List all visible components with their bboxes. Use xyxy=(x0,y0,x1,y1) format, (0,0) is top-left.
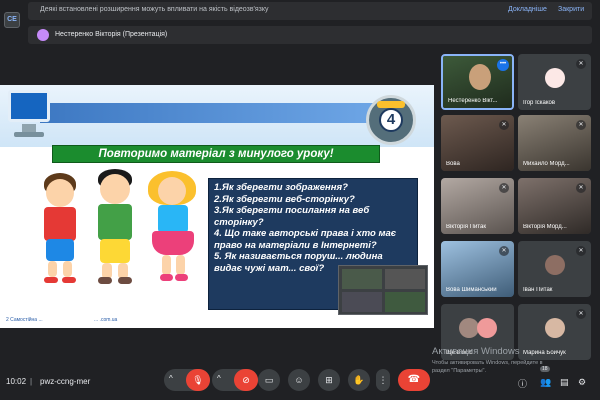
participant-tile[interactable]: ✕ Вова xyxy=(441,115,514,171)
end-call-button[interactable]: ☎ xyxy=(398,369,430,391)
participant-tile[interactable]: ✕ Ігор Іскаков xyxy=(518,54,591,110)
microphone-off-icon: ✕ xyxy=(499,120,509,130)
kid-figure xyxy=(88,169,140,285)
avatar xyxy=(545,255,565,275)
slide-footer-right: ... .com.ua xyxy=(94,317,118,323)
participant-name: Ігор Іскаков xyxy=(523,100,556,106)
separator: | xyxy=(30,377,33,386)
avatar xyxy=(477,318,497,338)
slide-header-band xyxy=(40,103,380,123)
slide-banner: Повторимо матеріал з минулого уроку! xyxy=(52,145,380,163)
captions-button[interactable]: ▭ xyxy=(258,369,280,391)
slide-banner-text: Повторимо матеріал з минулого уроку! xyxy=(98,148,334,160)
lesson-badge: 4 xyxy=(366,95,416,145)
participant-tile[interactable]: ✕ Вікторія Питак xyxy=(441,178,514,234)
more-vert-icon: ⋮ xyxy=(378,375,388,385)
activities-icon[interactable]: ⚙ xyxy=(578,377,586,388)
notice-close-link[interactable]: Закрити xyxy=(558,6,584,13)
participant-name: Нестеренко Вікт... xyxy=(448,98,498,104)
participant-name: Вікторія Морд... xyxy=(523,224,567,230)
notice-text: Деякі встановлені розширення можуть впли… xyxy=(40,6,269,13)
microphone-off-icon: ✕ xyxy=(576,59,586,69)
cartoon-kids-image xyxy=(26,169,212,289)
camera-off-icon[interactable]: ⊘ xyxy=(234,369,258,391)
participant-name: Марина Бойчук xyxy=(523,350,566,356)
microphone-off-icon: ✕ xyxy=(576,183,586,193)
raise-hand-button[interactable]: ✋ xyxy=(348,369,370,391)
microphone-off-icon: ✕ xyxy=(576,246,586,256)
mini-tile xyxy=(342,292,382,312)
presenter-avatar xyxy=(37,29,49,41)
question-item: 3.Як зберегти посилання на веб сторінку? xyxy=(214,205,370,228)
microphone-control[interactable]: ^ 🎙 xyxy=(164,369,210,391)
participant-name: Вова Шиманський xyxy=(446,287,497,293)
microphone-off-icon: ✕ xyxy=(499,246,509,256)
clock: 10:02 xyxy=(6,377,27,386)
meeting-code: pwz-ccng-mer xyxy=(40,377,91,386)
kid-figure xyxy=(34,173,84,283)
monitor-icon xyxy=(4,87,54,139)
lesson-badge-number: 4 xyxy=(379,108,403,132)
present-button[interactable]: ⊞ xyxy=(318,369,340,391)
info-icon[interactable]: ⓘ xyxy=(518,377,527,390)
windows-activation-line1: Чтобы активировать Windows, перейдите в xyxy=(432,360,543,366)
avatar xyxy=(545,318,565,338)
participant-name: Вікторія Питак xyxy=(446,224,486,230)
more-options-button[interactable]: ⋮ xyxy=(376,369,390,391)
windows-activation-title: Активация Windows xyxy=(432,346,520,357)
present-icon: ⊞ xyxy=(325,375,333,385)
kid-figure xyxy=(144,171,202,285)
participant-tile[interactable]: ✕ Іван Питак xyxy=(518,241,591,297)
chevron-up-icon[interactable]: ^ xyxy=(217,374,221,383)
avatar xyxy=(545,68,565,88)
chat-icon[interactable]: ▤ xyxy=(560,377,569,388)
microphone-off-icon[interactable]: 🎙 xyxy=(186,369,210,391)
question-item: 4. Що таке авторські права і хто має пра… xyxy=(214,228,397,251)
meet-logo: CE xyxy=(4,12,20,28)
camera-control[interactable]: ^ ⊘ xyxy=(212,369,258,391)
more-options-icon[interactable]: ••• xyxy=(497,59,509,71)
participant-name: Іван Питак xyxy=(523,287,553,293)
participant-tile[interactable]: ✕ Марина Бойчук xyxy=(518,304,591,360)
microphone-off-icon: ✕ xyxy=(576,120,586,130)
windows-activation-line2: раздел "Параметры". xyxy=(432,368,487,374)
slide-footer-left: 2 Самостійна ... xyxy=(6,317,43,323)
presenter-bar: Нестеренко Вікторія (Презентація) xyxy=(28,26,592,44)
top-bar: CE Деякі встановлені розширення можуть в… xyxy=(0,0,600,28)
raise-hand-icon: ✋ xyxy=(353,375,365,385)
mini-tile xyxy=(342,269,382,289)
mini-tile xyxy=(385,292,425,312)
avatar xyxy=(459,318,479,338)
microphone-off-icon: ✕ xyxy=(499,183,509,193)
question-item: 1.Як зберегти зображення? xyxy=(214,182,348,193)
microphone-off-icon: ✕ xyxy=(576,309,586,319)
extension-notice: Деякі встановлені розширення можуть впли… xyxy=(28,2,592,20)
mini-tile xyxy=(385,269,425,289)
presenter-label: Нестеренко Вікторія (Презентація) xyxy=(55,31,168,38)
people-count-badge: 18 xyxy=(540,366,550,372)
mini-participant-strip xyxy=(338,265,428,315)
question-item: 2.Як зберегти веб-сторінку? xyxy=(214,193,355,205)
participant-name: Вова xyxy=(446,161,460,167)
slide-header: 4 xyxy=(0,85,434,147)
participant-tile[interactable]: ✕ Вова Шиманський xyxy=(441,241,514,297)
participant-tile[interactable]: ✕ Михайло Морд... xyxy=(518,115,591,171)
notice-more-link[interactable]: Докладніше xyxy=(508,6,547,13)
end-call-icon: ☎ xyxy=(407,374,421,385)
chevron-up-icon[interactable]: ^ xyxy=(169,374,173,383)
participant-tile[interactable]: ••• Нестеренко Вікт... xyxy=(441,54,514,110)
people-icon[interactable]: 👥 xyxy=(540,377,551,388)
emoji-icon: ☺ xyxy=(294,375,304,385)
participant-name: Михайло Морд... xyxy=(523,161,570,167)
emoji-button[interactable]: ☺ xyxy=(288,369,310,391)
participant-tile[interactable]: ✕ Вікторія Морд... xyxy=(518,178,591,234)
captions-icon: ▭ xyxy=(264,375,274,385)
